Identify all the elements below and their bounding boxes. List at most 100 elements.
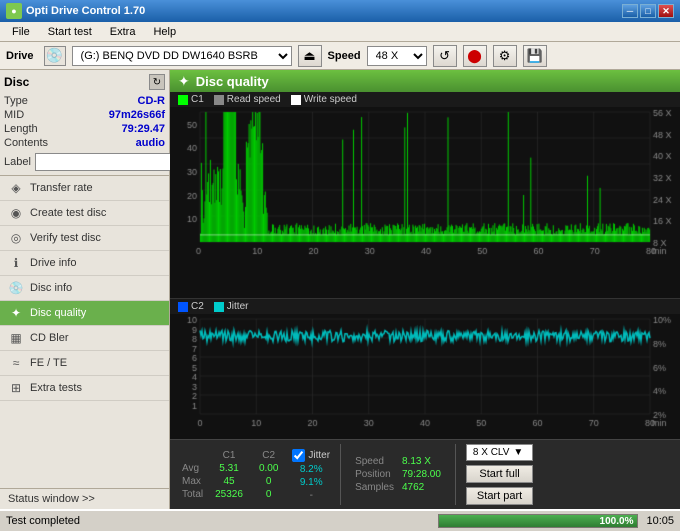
disc-contents-value: audio: [136, 137, 165, 149]
speed-value: 8.13 X: [398, 455, 445, 468]
nav-cd-bler[interactable]: ▦ CD Bler: [0, 326, 169, 351]
transfer-rate-icon: ◈: [8, 181, 24, 195]
refresh-button[interactable]: ↺: [433, 45, 457, 67]
disc-length-row: Length 79:29.47: [4, 122, 165, 136]
legend-write-label: Write speed: [304, 94, 357, 105]
legend-read: Read speed: [214, 94, 281, 105]
stats-divider-1: [340, 444, 341, 505]
nav-disc-info-label: Disc info: [30, 282, 161, 294]
nav-verify-test-disc-label: Verify test disc: [30, 232, 161, 244]
save-button[interactable]: 💾: [523, 45, 547, 67]
avg-c1: 5.31: [207, 462, 251, 475]
disc-type-value: CD-R: [138, 95, 166, 107]
max-jitter: 9.1%: [292, 477, 330, 488]
legend-jitter: Jitter: [214, 301, 249, 312]
stats-c1-header: C1: [207, 449, 251, 462]
drivebar: Drive 💿 (G:) BENQ DVD DD DW1640 BSRB ⏏ S…: [0, 42, 680, 70]
nav-cd-bler-label: CD Bler: [30, 332, 161, 344]
nav-create-test-disc-label: Create test disc: [30, 207, 161, 219]
avg-jitter: 8.2%: [292, 464, 330, 475]
jitter-checkbox[interactable]: [292, 449, 305, 462]
main-layout: Disc ↻ Type CD-R MID 97m26s66f Length 79…: [0, 70, 680, 509]
status-text: Test completed: [6, 515, 430, 527]
disc-section: Disc ↻ Type CD-R MID 97m26s66f Length 79…: [0, 70, 169, 176]
disc-mid-value: 97m26s66f: [109, 109, 165, 121]
drive-icon: 💿: [44, 46, 66, 66]
stats-divider-2: [455, 444, 456, 505]
disc-label-row: Label 🔍: [4, 153, 165, 171]
speed-mode-text: 8 X CLV: [473, 447, 510, 458]
progress-text: 100.0%: [600, 515, 634, 529]
legend-bar: C1 Read speed Write speed: [170, 92, 680, 107]
maximize-button[interactable]: □: [640, 4, 656, 18]
lower-chart: [170, 314, 680, 434]
app-title: Opti Drive Control 1.70: [26, 5, 145, 17]
stats-c2-header: C2: [251, 449, 286, 462]
jitter-checkbox-row[interactable]: Jitter: [292, 449, 330, 462]
legend-c2: C2: [178, 301, 204, 312]
create-test-disc-icon: ◉: [8, 206, 24, 220]
cd-bler-icon: ▦: [8, 331, 24, 345]
drive-eject-button[interactable]: ⏏: [298, 45, 322, 67]
options-button[interactable]: ⚙: [493, 45, 517, 67]
disc-title: Disc: [4, 75, 29, 89]
disc-contents-label: Contents: [4, 137, 48, 149]
samples-value: 4762: [398, 481, 445, 494]
legend-c1-label: C1: [191, 94, 204, 105]
start-full-button[interactable]: Start full: [466, 465, 533, 483]
max-label: Max: [178, 475, 207, 488]
max-c2: 0: [251, 475, 286, 488]
close-button[interactable]: ✕: [658, 4, 674, 18]
menu-file[interactable]: File: [4, 24, 38, 40]
speed-mode-dropdown-icon[interactable]: ▼: [513, 447, 523, 458]
stats-table: C1 C2 Avg 5.31 0.00 Max 45 0 Total 25326…: [178, 449, 286, 501]
minimize-button[interactable]: ─: [622, 4, 638, 18]
position-value: 79:28.00: [398, 468, 445, 481]
status-window-button[interactable]: Status window >>: [0, 488, 169, 509]
speed-select[interactable]: 48 X: [367, 46, 427, 66]
nav-disc-info[interactable]: 💿 Disc info: [0, 276, 169, 301]
nav-verify-test-disc[interactable]: ◎ Verify test disc: [0, 226, 169, 251]
drive-label: Drive: [6, 50, 34, 62]
disc-refresh-button[interactable]: ↻: [149, 74, 165, 90]
c2-color-swatch: [178, 302, 188, 312]
lower-chart-container: C2 Jitter: [170, 299, 680, 439]
max-c1: 45: [207, 475, 251, 488]
titlebar-buttons: ─ □ ✕: [622, 4, 674, 18]
nav-disc-quality[interactable]: ✦ Disc quality: [0, 301, 169, 326]
menu-extra[interactable]: Extra: [102, 24, 144, 40]
speed-label: Speed: [351, 455, 398, 468]
nav-transfer-rate[interactable]: ◈ Transfer rate: [0, 176, 169, 201]
status-time: 10:05: [646, 515, 674, 527]
red-button[interactable]: ⬤: [463, 45, 487, 67]
disc-label-input[interactable]: [35, 153, 183, 171]
nav-fe-te[interactable]: ≈ FE / TE: [0, 351, 169, 376]
disc-length-label: Length: [4, 123, 38, 135]
position-label: Position: [351, 468, 398, 481]
total-label: Total: [178, 488, 207, 501]
disc-quality-icon: ✦: [8, 306, 24, 320]
nav-create-test-disc[interactable]: ◉ Create test disc: [0, 201, 169, 226]
avg-c2: 0.00: [251, 462, 286, 475]
app-icon: ●: [6, 3, 22, 19]
fe-te-icon: ≈: [8, 356, 24, 370]
disc-mid-row: MID 97m26s66f: [4, 108, 165, 122]
jitter-section: Jitter 8.2% 9.1% -: [292, 449, 330, 501]
speed-table: Speed 8.13 X Position 79:28.00 Samples 4…: [351, 455, 445, 494]
disc-info-icon: 💿: [8, 281, 24, 295]
start-part-button[interactable]: Start part: [466, 487, 533, 505]
titlebar-left: ● Opti Drive Control 1.70: [6, 3, 145, 19]
nav-extra-tests-label: Extra tests: [30, 382, 161, 394]
nav-extra-tests[interactable]: ⊞ Extra tests: [0, 376, 169, 401]
drive-select[interactable]: (G:) BENQ DVD DD DW1640 BSRB: [72, 46, 292, 66]
nav-drive-info[interactable]: ℹ Drive info: [0, 251, 169, 276]
avg-label: Avg: [178, 462, 207, 475]
left-panel: Disc ↻ Type CD-R MID 97m26s66f Length 79…: [0, 70, 170, 509]
menu-help[interactable]: Help: [145, 24, 184, 40]
nav-menu: ◈ Transfer rate ◉ Create test disc ◎ Ver…: [0, 176, 169, 488]
speed-mode-badge: 8 X CLV ▼: [466, 444, 533, 461]
menu-start-test[interactable]: Start test: [40, 24, 100, 40]
menubar: File Start test Extra Help: [0, 22, 680, 42]
speed-mode-section: 8 X CLV ▼ Start full Start part: [466, 444, 533, 505]
total-c1: 25326: [207, 488, 251, 501]
